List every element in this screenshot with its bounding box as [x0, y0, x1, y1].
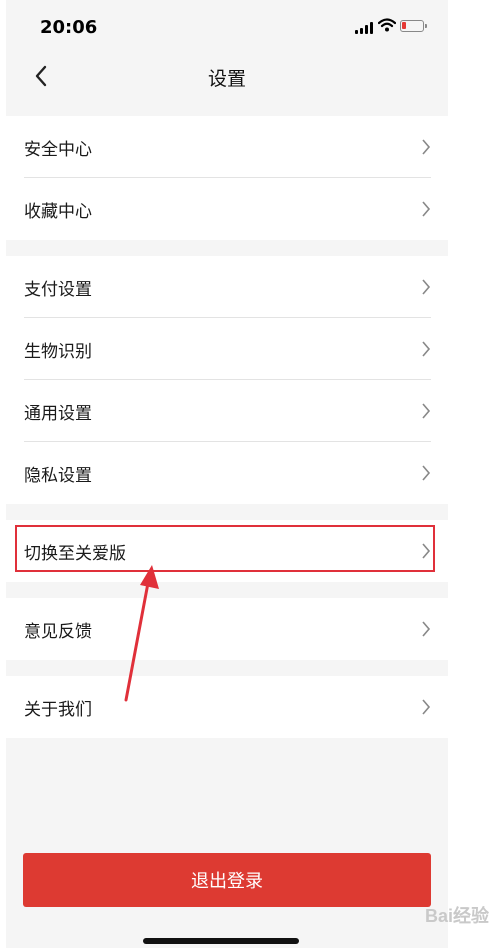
status-time: 20:06	[40, 17, 98, 38]
settings-item-favorites-center[interactable]: 收藏中心	[6, 178, 448, 240]
nav-bar: 设置	[6, 50, 448, 104]
settings-group-5: 关于我们	[6, 676, 448, 738]
chevron-right-icon	[422, 403, 431, 419]
settings-item-privacy[interactable]: 隐私设置	[6, 442, 448, 504]
chevron-right-icon	[422, 465, 431, 481]
settings-item-label: 意见反馈	[24, 622, 92, 642]
settings-screen: 20:06 设置 安全中心 收藏中心 支付设置 生物识别 通用设置 隐私设置 切…	[6, 0, 448, 948]
settings-group-2: 支付设置 生物识别 通用设置 隐私设置	[6, 256, 448, 504]
side-margin	[448, 0, 497, 948]
settings-item-label: 支付设置	[24, 280, 92, 300]
battery-icon	[400, 20, 427, 32]
settings-item-label: 生物识别	[24, 342, 92, 362]
settings-item-label: 收藏中心	[24, 202, 92, 222]
page-title: 设置	[207, 68, 246, 90]
settings-item-security-center[interactable]: 安全中心	[6, 116, 448, 178]
settings-item-label: 安全中心	[24, 140, 92, 160]
chevron-right-icon	[422, 341, 431, 357]
chevron-right-icon	[422, 699, 431, 715]
wifi-icon	[378, 18, 396, 32]
settings-item-payment[interactable]: 支付设置	[6, 256, 448, 318]
annotation-highlight-box	[15, 525, 435, 572]
chevron-right-icon	[422, 139, 431, 155]
watermark: Bai经验	[424, 906, 489, 926]
settings-item-about-us[interactable]: 关于我们	[6, 676, 448, 738]
chevron-right-icon	[422, 621, 431, 637]
status-bar: 20:06	[6, 0, 448, 50]
settings-item-label: 关于我们	[24, 700, 92, 720]
home-indicator	[143, 938, 299, 944]
settings-group-1: 安全中心 收藏中心	[6, 116, 448, 240]
logout-button[interactable]: 退出登录	[23, 853, 431, 907]
chevron-right-icon	[422, 201, 431, 217]
settings-item-biometrics[interactable]: 生物识别	[6, 318, 448, 380]
chevron-right-icon	[422, 279, 431, 295]
settings-item-label: 隐私设置	[24, 466, 92, 486]
settings-item-label: 通用设置	[24, 404, 92, 424]
settings-group-4: 意见反馈	[6, 598, 448, 660]
settings-item-feedback[interactable]: 意见反馈	[6, 598, 448, 660]
signal-icon	[355, 22, 375, 34]
settings-item-general[interactable]: 通用设置	[6, 380, 448, 442]
